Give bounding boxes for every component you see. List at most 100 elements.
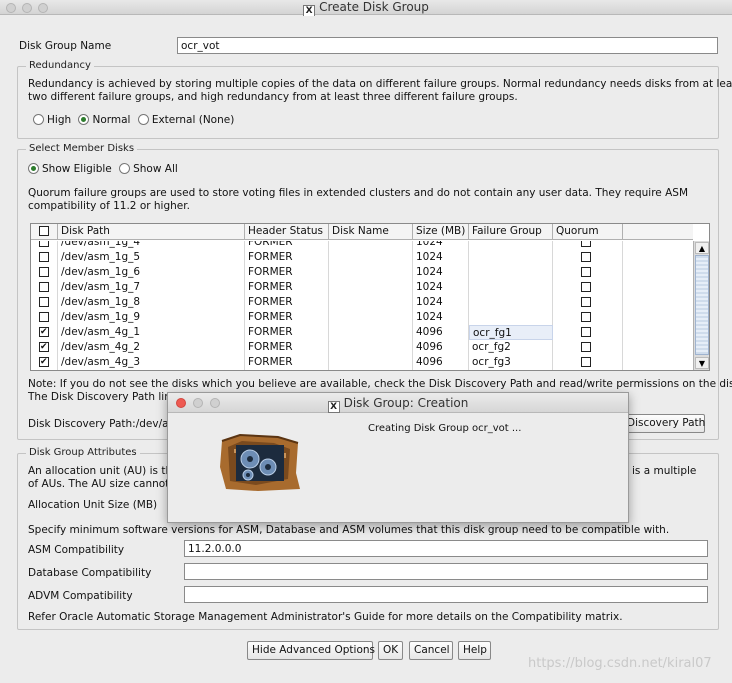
row-select-checkbox[interactable]	[39, 312, 49, 322]
au-size-label: Allocation Unit Size (MB)	[28, 499, 158, 511]
disk-name-cell	[329, 241, 413, 250]
size-cell: 1024	[413, 295, 469, 310]
row-select-checkbox[interactable]	[39, 267, 49, 277]
disk-table-body: /dev/asm_1g_4 FORMER 1024 /dev/asm_1g_5 …	[31, 241, 693, 370]
quorum-checkbox[interactable]	[581, 252, 591, 262]
row-select-checkbox[interactable]	[39, 241, 49, 247]
quorum-checkbox[interactable]	[581, 342, 591, 352]
failure-group-cell[interactable]: ocr_fg2	[469, 340, 553, 355]
table-row[interactable]: /dev/asm_4g_1 FORMER 4096 ocr_fg1	[31, 325, 693, 340]
disk-path-cell: /dev/asm_1g_9	[58, 310, 245, 325]
quorum-checkbox[interactable]	[581, 282, 591, 292]
column-header-disk-name[interactable]: Disk Name	[329, 224, 413, 240]
select-all-checkbox[interactable]	[39, 226, 49, 236]
table-row[interactable]: /dev/asm_4g_3 FORMER 4096 ocr_fg3	[31, 355, 693, 370]
disk-group-name-input[interactable]: ocr_vot	[177, 37, 718, 54]
row-select-checkbox[interactable]	[39, 297, 49, 307]
au-description-line1-end: is a multiple	[632, 465, 697, 477]
disk-name-cell	[329, 265, 413, 280]
scroll-down-arrow-icon[interactable]: ▼	[695, 357, 709, 369]
show-all-radio[interactable]	[119, 163, 131, 174]
compatibility-refer-note: Refer Oracle Automatic Storage Managemen…	[28, 611, 623, 623]
asm-compatibility-input[interactable]: 11.2.0.0.0	[184, 540, 708, 557]
row-select-checkbox[interactable]	[39, 282, 49, 292]
failure-group-cell[interactable]	[469, 241, 553, 250]
header-status-cell: FORMER	[245, 265, 329, 280]
row-select-checkbox[interactable]	[39, 357, 49, 367]
redundancy-normal-label: Normal	[92, 114, 131, 126]
x11-app-icon: X	[327, 401, 340, 413]
window-title-bar: X Create Disk Group	[0, 0, 732, 17]
table-vertical-scrollbar[interactable]: ▲ ▼	[693, 241, 709, 370]
cancel-button[interactable]: Cancel	[409, 641, 453, 660]
failure-group-cell[interactable]: ocr_fg3	[469, 355, 553, 370]
creation-dialog-title: Disk Group: Creation	[343, 396, 469, 410]
failure-group-cell[interactable]	[469, 310, 553, 325]
disk-path-cell: /dev/asm_4g_1	[58, 325, 245, 340]
database-compatibility-input[interactable]	[184, 563, 708, 580]
column-header-failure-group[interactable]: Failure Group	[469, 224, 553, 240]
column-header-size[interactable]: Size (MB)	[413, 224, 469, 240]
creation-message: Creating Disk Group ocr_vot ...	[368, 423, 522, 434]
advm-compatibility-input[interactable]	[184, 586, 708, 603]
scroll-up-arrow-icon[interactable]: ▲	[695, 242, 709, 254]
disk-path-cell: /dev/asm_4g_2	[58, 340, 245, 355]
table-row[interactable]: /dev/asm_1g_7 FORMER 1024	[31, 280, 693, 295]
table-row[interactable]: /dev/asm_1g_6 FORMER 1024	[31, 265, 693, 280]
redundancy-description-line1: Redundancy is achieved by storing multip…	[28, 78, 732, 90]
help-button[interactable]: Help	[458, 641, 491, 660]
disk-name-cell	[329, 250, 413, 265]
disk-group-name-label: Disk Group Name	[19, 40, 112, 52]
redundancy-high-label: High	[47, 114, 72, 126]
column-header-header-status[interactable]: Header Status	[245, 224, 329, 240]
row-select-checkbox[interactable]	[39, 342, 49, 352]
failure-group-cell[interactable]	[469, 250, 553, 265]
quorum-note-line2: compatibility of 11.2 or higher.	[28, 200, 190, 212]
disk-path-cell: /dev/asm_1g_6	[58, 265, 245, 280]
table-row[interactable]: /dev/asm_1g_5 FORMER 1024	[31, 250, 693, 265]
header-status-cell: FORMER	[245, 325, 329, 340]
redundancy-external-radio[interactable]	[137, 114, 149, 125]
failure-group-cell[interactable]: ocr_fg1	[469, 325, 553, 340]
show-eligible-radio[interactable]	[28, 163, 39, 174]
quorum-note-line1: Quorum failure groups are used to store …	[28, 187, 688, 199]
table-row[interactable]: /dev/asm_1g_4 FORMER 1024	[31, 241, 693, 250]
hide-advanced-options-button[interactable]: Hide Advanced Options	[247, 641, 375, 660]
failure-group-cell[interactable]	[469, 280, 553, 295]
quorum-checkbox[interactable]	[581, 327, 591, 337]
header-status-cell: FORMER	[245, 340, 329, 355]
scrollbar-thumb[interactable]	[695, 255, 709, 355]
redundancy-high-radio[interactable]	[33, 114, 44, 125]
quorum-checkbox[interactable]	[581, 267, 591, 277]
table-row[interactable]: /dev/asm_4g_2 FORMER 4096 ocr_fg2	[31, 340, 693, 355]
quorum-checkbox[interactable]	[581, 357, 591, 367]
select-all-header	[31, 224, 58, 240]
table-row[interactable]: /dev/asm_1g_8 FORMER 1024	[31, 295, 693, 310]
size-cell: 4096	[413, 340, 469, 355]
quorum-checkbox[interactable]	[581, 312, 591, 322]
quorum-checkbox[interactable]	[581, 241, 591, 247]
disk-path-cell: /dev/asm_4g_3	[58, 355, 245, 370]
au-description-line2: of AUs. The AU size cannot b	[28, 478, 180, 490]
row-select-checkbox[interactable]	[39, 252, 49, 262]
disk-table: Disk Path Header Status Disk Name Size (…	[30, 223, 710, 371]
disk-name-cell	[329, 310, 413, 325]
gear-icon	[218, 433, 302, 493]
disk-name-cell	[329, 295, 413, 310]
change-discovery-path-button[interactable]: Discovery Path	[622, 414, 705, 433]
disk-path-cell: /dev/asm_1g_7	[58, 280, 245, 295]
quorum-checkbox[interactable]	[581, 297, 591, 307]
discovery-path-label: Disk Discovery Path:/dev/as	[28, 418, 175, 430]
redundancy-external-label: External (None)	[151, 114, 235, 126]
row-select-checkbox[interactable]	[39, 327, 49, 337]
disk-path-cell: /dev/asm_1g_8	[58, 295, 245, 310]
size-cell: 4096	[413, 325, 469, 340]
failure-group-cell[interactable]	[469, 265, 553, 280]
redundancy-normal-radio[interactable]	[78, 114, 90, 125]
disk-table-header: Disk Path Header Status Disk Name Size (…	[31, 224, 693, 240]
failure-group-cell[interactable]	[469, 295, 553, 310]
table-row[interactable]: /dev/asm_1g_9 FORMER 1024	[31, 310, 693, 325]
ok-button[interactable]: OK	[378, 641, 403, 660]
column-header-quorum[interactable]: Quorum	[553, 224, 623, 240]
column-header-disk-path[interactable]: Disk Path	[58, 224, 245, 240]
